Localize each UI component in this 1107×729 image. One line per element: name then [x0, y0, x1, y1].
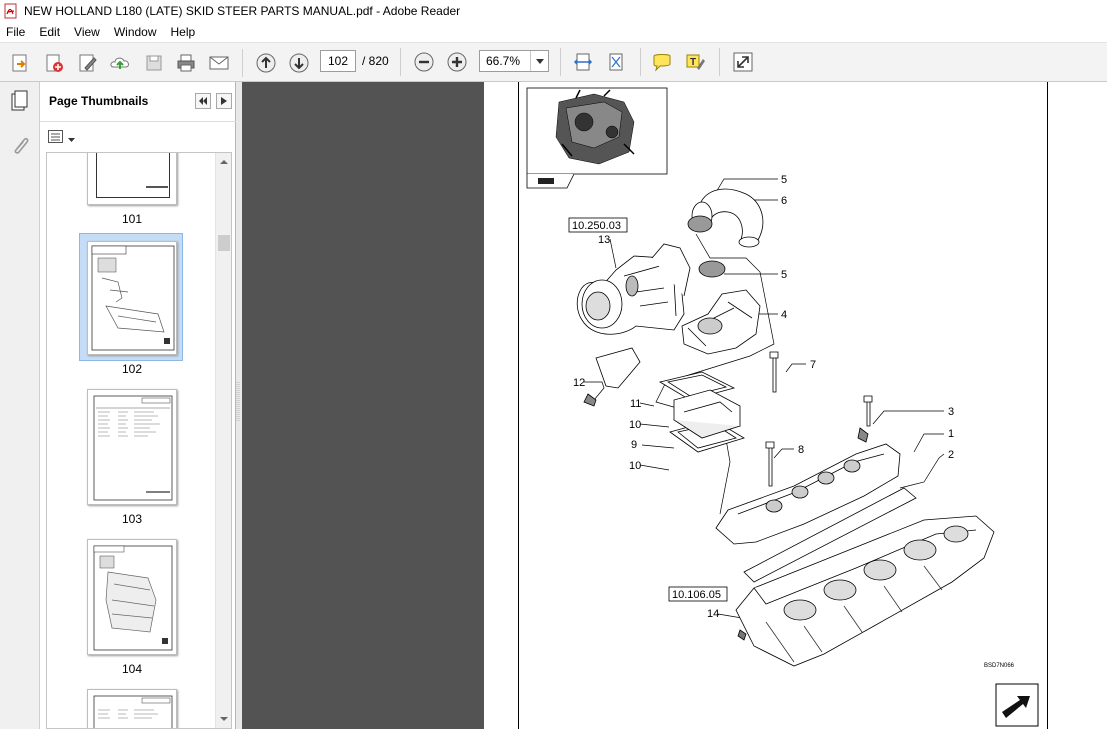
svg-text:T: T [690, 57, 696, 68]
elbow-drawing [681, 289, 761, 355]
zoom-select[interactable]: 66.7% [479, 50, 549, 72]
callout: 6 [781, 195, 787, 207]
callout: 10 [629, 460, 641, 472]
fit-page-icon[interactable] [604, 50, 628, 74]
scroll-down-icon[interactable] [216, 712, 232, 726]
zoom-value: 66.7% [486, 54, 521, 68]
menu-file[interactable]: File [0, 22, 32, 42]
fit-width-icon[interactable] [571, 50, 595, 74]
thumbnail-scrollbar[interactable] [215, 153, 231, 728]
thumbnail-page-104[interactable] [87, 539, 177, 655]
ref-label: 10.250.03 [572, 220, 621, 232]
callout: 14 [707, 608, 719, 620]
thumbnail-page-102[interactable] [87, 241, 177, 355]
callout: 9 [631, 439, 637, 451]
thumbnail-label: 101 [121, 212, 143, 226]
collapse-panel-icon[interactable] [195, 93, 211, 109]
full-screen-icon[interactable] [731, 50, 755, 74]
open-icon[interactable] [9, 51, 33, 75]
thumbnail-page-101[interactable] [87, 153, 177, 205]
cylinder-head-drawing [735, 515, 995, 667]
page-thumbnails-icon[interactable] [10, 90, 30, 117]
callout: 2 [948, 449, 954, 461]
highlight-text-icon[interactable]: T [683, 50, 707, 74]
scrollbar-thumb[interactable] [218, 235, 230, 251]
create-pdf-icon[interactable] [42, 51, 66, 75]
callout: 7 [810, 359, 816, 371]
callout: 5 [781, 174, 787, 186]
menu-bar: File Edit View Window Help [0, 22, 1107, 42]
page-total: / 820 [362, 54, 389, 68]
turbocharger-drawing [576, 243, 691, 335]
edit-pdf-icon[interactable] [76, 51, 100, 75]
thumbnails-panel: Page Thumbnails 101 102 103 104 [40, 82, 236, 729]
thumbnail-label: 102 [121, 362, 143, 376]
attachments-icon[interactable] [10, 134, 30, 159]
chevron-down-icon [68, 131, 75, 145]
thumbnail-page-103[interactable] [87, 389, 177, 505]
comment-icon[interactable] [650, 50, 674, 74]
next-page-icon[interactable] [287, 51, 311, 75]
options-list-icon [48, 129, 64, 147]
window-title: NEW HOLLAND L180 (LATE) SKID STEER PARTS… [24, 4, 461, 18]
navigation-strip [0, 82, 40, 729]
callout: 3 [948, 406, 954, 418]
menu-window[interactable]: Window [107, 22, 164, 42]
callout: 5 [781, 269, 787, 281]
engine-overview-image [526, 87, 668, 189]
valve-cover-drawing [715, 427, 901, 545]
expand-panel-icon[interactable] [216, 93, 232, 109]
callout: 1 [948, 428, 954, 440]
scroll-up-icon[interactable] [216, 155, 232, 169]
gasket-drawing [658, 371, 745, 453]
thumbnail-label: 104 [121, 662, 143, 676]
pdf-page: 10.250.03 10.106.05 5 6 13 5 4 7 12 11 1… [484, 82, 1107, 729]
callout: 12 [573, 377, 585, 389]
menu-edit[interactable]: Edit [32, 22, 67, 42]
document-view[interactable]: 10.250.03 10.106.05 5 6 13 5 4 7 12 11 1… [242, 82, 1107, 729]
callout: 11 [630, 398, 641, 410]
panel-title: Page Thumbnails [49, 94, 149, 108]
thumbnail-label: 103 [121, 512, 143, 526]
toolbar [0, 42, 1107, 82]
print-icon[interactable] [174, 51, 198, 75]
thumbnail-page-105[interactable] [87, 689, 177, 728]
previous-page-icon[interactable] [254, 51, 278, 75]
email-icon[interactable] [207, 51, 231, 75]
callout: 4 [781, 309, 787, 321]
zoom-out-icon[interactable] [412, 50, 436, 74]
upload-icon[interactable] [108, 51, 132, 75]
page-number-input[interactable]: 102 [320, 50, 356, 72]
menu-help[interactable]: Help [164, 22, 203, 42]
callout: 10 [629, 419, 641, 431]
save-icon[interactable] [142, 51, 166, 75]
adobe-reader-icon [4, 3, 18, 19]
ref-label: 10.106.05 [672, 589, 721, 601]
title-bar: NEW HOLLAND L180 (LATE) SKID STEER PARTS… [0, 0, 1107, 22]
zoom-in-icon[interactable] [445, 50, 469, 74]
thumbnail-options-button[interactable] [48, 129, 78, 147]
thumbnail-list[interactable]: 101 102 103 104 [46, 152, 232, 729]
chevron-down-icon[interactable] [530, 51, 548, 71]
callout: 8 [798, 444, 804, 456]
menu-view[interactable]: View [67, 22, 107, 42]
panel-header: Page Thumbnails [40, 82, 236, 122]
callout: 13 [598, 234, 610, 246]
next-page-arrow-icon [995, 683, 1039, 727]
figure-code: BSD7N066 [984, 663, 1015, 669]
